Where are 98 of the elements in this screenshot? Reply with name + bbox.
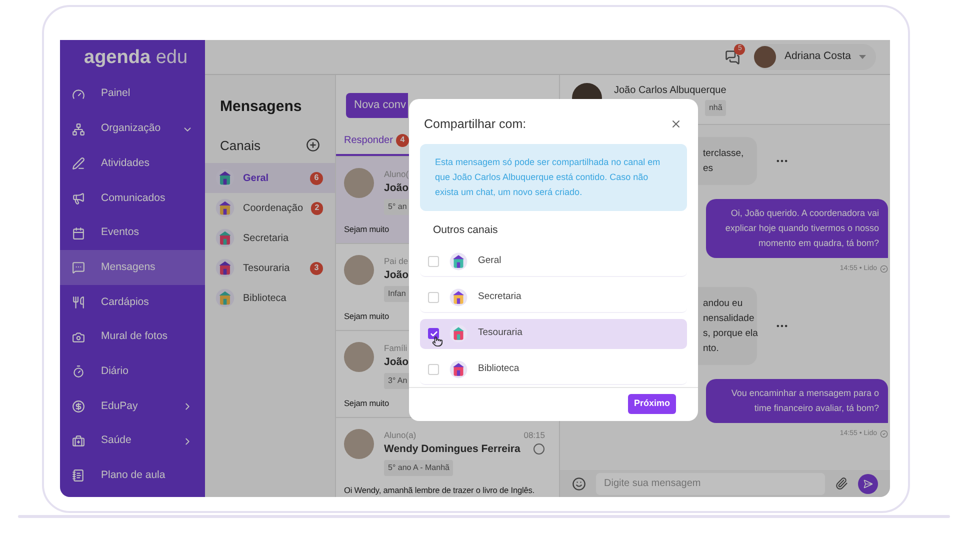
class-tag: 5° an [384,199,411,216]
avatar-placeholder [344,254,374,285]
sidebar-item[interactable]: Organização [60,112,205,146]
send-icon [863,478,873,488]
paperclip-icon[interactable] [835,477,848,490]
count-badge: 2 [311,202,323,214]
pen-icon [72,157,85,170]
message-input[interactable]: Digite sua mensagem [596,472,825,494]
message-time: 08:15 [524,428,545,442]
class-tag: nhã [704,100,726,116]
channel-item[interactable]: Coordenação 2 [205,193,335,223]
sidebar-item[interactable]: Eventos [60,216,205,250]
dollar-icon [72,400,85,414]
sent-message: Oi, João querido. A coordenadora vai explicar hoje quando tivermos o nosso momento em quadra, tá bom? [706,199,888,258]
caret-icon [859,55,866,59]
user-menu[interactable]: Adriana Costa [754,44,876,70]
channel-option[interactable]: Secretaria [420,282,687,312]
avatar-placeholder [754,46,776,68]
sidebar-item[interactable]: Mensagens [60,250,205,286]
message-preview: Sejam muito [344,397,390,410]
sidebar-item[interactable]: Plano de aula [60,458,205,494]
channel-option[interactable]: Tesouraria [420,318,687,348]
timer-icon [72,365,85,378]
class-tag: Infan [384,286,410,302]
hand-cursor-icon [432,336,443,346]
sidebar-item[interactable]: Cardápios [60,285,205,320]
chat-icon [72,261,85,274]
channel-illustration [215,228,235,248]
megaphone-icon [72,192,85,205]
sidebar-item[interactable]: Atividades [60,146,205,182]
notebook-icon [72,469,85,482]
close-icon[interactable] [670,118,682,130]
next-button[interactable]: Próximo [628,394,676,414]
checkbox[interactable] [428,328,439,339]
add-icon[interactable] [306,138,320,152]
channel-illustration [449,288,468,306]
calendar-icon [72,226,85,240]
sidebar-item[interactable]: Diário [60,354,205,390]
channel-option[interactable]: Geral [420,246,687,276]
channel-item[interactable]: Secretaria [205,223,335,253]
checkbox[interactable] [428,292,439,302]
message-preview: Oi Wendy, amanhã lembre de trazer o livro de Inglês. [344,484,534,496]
channel-item[interactable]: Tesouraria 3 [205,253,335,283]
chat-bubbles-icon[interactable] [725,50,740,64]
avatar-placeholder [344,428,374,459]
channel-illustration [449,252,468,270]
panel-title: Mensagens [219,97,303,117]
read-check-icon [880,265,888,274]
contact-name: João [384,354,409,370]
hierarchy-icon [72,122,85,136]
emoji-icon[interactable] [572,476,586,490]
contact-name: João Carlos Albuquerque [614,84,726,98]
message-preview: Sejam muito [344,310,390,322]
count-badge: 6 [310,172,323,184]
contact-role: Aluno(a) [384,428,416,442]
section-title: Outros canais [432,222,499,238]
sidebar-item[interactable]: Saúde [60,424,205,459]
channel-option[interactable]: Biblioteca [420,354,687,384]
channel-illustration [215,258,235,278]
new-conversation-button[interactable]: Nova conv [346,92,408,118]
sent-message: Vou encaminhar a mensagem para o time financeiro avaliar, tá bom? [706,378,888,422]
channel-item[interactable]: Geral 6 [205,163,335,193]
count-badge: 3 [310,262,323,274]
contact-role: Pai de [384,254,408,268]
channel-illustration [449,324,468,343]
sidebar-item[interactable]: Comunicados [60,181,205,216]
sidebar-item[interactable]: Painel [60,77,205,112]
channel-illustration [215,288,235,308]
checkbox[interactable] [428,256,439,266]
count-badge: 4 [396,134,409,147]
class-tag: 3° An [384,373,412,390]
class-tag: 5° ano A - Manhã [384,460,454,476]
avatar-placeholder [344,342,374,372]
send-button[interactable] [858,474,878,494]
info-notice: Esta mensagem só pode ser compartilhada no canal em que João Carlos Albuquerque está contido. Caso não exista um chat, um novo será criado. [420,144,687,211]
dialog-title: Compartilhar com: [424,116,526,133]
unread-circle-icon[interactable] [533,443,545,456]
check-icon [430,330,438,338]
contact-role: Aluno( [384,168,409,180]
section-title: Canais [220,136,260,154]
avatar-placeholder [344,168,374,198]
message-preview: Sejam muito [344,223,390,236]
contact-role: Famíli [384,342,408,354]
gauge-icon [72,88,85,101]
sidebar-item[interactable]: EduPay [60,389,205,424]
sidebar-item[interactable]: Mural de fotos [60,320,205,354]
contact-name: João [384,268,409,282]
checkbox[interactable] [428,364,439,374]
channel-item[interactable]: Biblioteca [205,283,335,313]
logo: agenda edu [84,48,188,67]
channel-illustration [449,360,468,378]
read-check-icon [880,430,888,438]
channel-illustration [215,198,235,218]
utensils-icon [72,296,85,309]
medical-case-icon [72,434,85,448]
camera-icon [72,330,85,344]
contact-name: João [384,180,409,196]
contact-name: Wendy Domingues Ferreira [384,442,520,456]
